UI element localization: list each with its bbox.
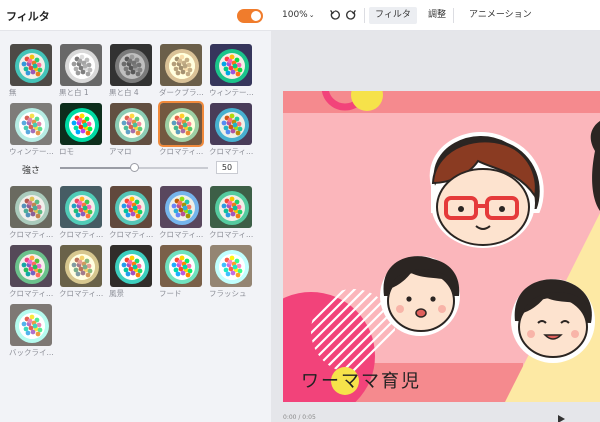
filter-panel: フィルタ 無 黒と白 1 黒と白 4 ダークブラ... ウィンテー... ウィンテー...…	[0, 0, 271, 422]
filter-preview-image	[210, 245, 252, 287]
filter-preview-image	[160, 245, 202, 287]
filter-preview-image	[110, 103, 152, 145]
mom-illustration	[429, 131, 544, 248]
filter-thumbnail[interactable]	[210, 103, 252, 145]
filter-preview-image	[210, 186, 252, 228]
filter-label: バックライ...	[9, 348, 54, 357]
filter-thumbnail[interactable]	[158, 101, 204, 147]
filter-label: 黒と白 4	[109, 88, 139, 97]
panel-title: フィルタ	[6, 10, 50, 23]
filter-preview-image	[60, 44, 102, 86]
filter-preview-image	[210, 103, 252, 145]
filter-label: 無	[9, 88, 17, 97]
filter-preview-image	[60, 186, 102, 228]
toolbar-tab[interactable]: 調整	[422, 7, 452, 24]
filter-label: フラッシュ	[209, 289, 247, 298]
filter-thumbnail[interactable]	[210, 245, 252, 287]
filter-preview-image	[10, 186, 52, 228]
filter-thumbnail[interactable]	[10, 186, 52, 228]
filter-label: クロマティ...	[9, 289, 54, 298]
filter-label: クロマティ...	[59, 289, 104, 298]
filter-label: 風景	[109, 289, 124, 298]
slide-title-text[interactable]: ワーママ育児	[301, 367, 421, 393]
filter-label: クロマティ...	[159, 147, 204, 156]
filter-thumbnail[interactable]	[210, 44, 252, 86]
toolbar-tab[interactable]: アニメーション	[463, 7, 538, 24]
filter-thumbnail[interactable]	[60, 245, 102, 287]
filter-preview-image	[60, 103, 102, 145]
filter-label: アマロ	[109, 147, 132, 156]
top-toolbar: 100%⌄ フィルタ 調整 アニメーション	[271, 0, 600, 31]
filter-label: ダークブラ...	[159, 88, 204, 97]
filter-label: ウィンテー...	[9, 147, 54, 156]
filter-label: クロマティ...	[159, 230, 204, 239]
filter-panel-header: フィルタ	[0, 0, 271, 31]
play-icon[interactable]	[557, 415, 565, 422]
filter-label: クロマティ...	[109, 230, 154, 239]
filter-preview-image	[160, 103, 202, 145]
slide-preview[interactable]: ワーママ育児	[283, 91, 600, 402]
undo-icon[interactable]	[329, 9, 341, 21]
filter-thumbnail[interactable]	[160, 44, 202, 86]
partial-face-illustration	[590, 121, 600, 211]
child-illustration-left	[380, 256, 460, 336]
filter-thumbnail[interactable]	[10, 44, 52, 86]
filter-label: ロモ	[59, 147, 74, 156]
timecode: 0:00 / 0:05	[283, 414, 316, 421]
filter-label: クロマティ...	[59, 230, 104, 239]
filter-thumbnail[interactable]	[60, 186, 102, 228]
strength-label: 強さ	[22, 166, 41, 176]
canvas-area: ワーママ育児 0:00 / 0:05	[271, 31, 600, 422]
filter-editor: フィルタ 無 黒と白 1 黒と白 4 ダークブラ... ウィンテー... ウィンテー...…	[0, 0, 600, 422]
filter-preview-image	[10, 44, 52, 86]
filter-preview-image	[210, 44, 252, 86]
filter-thumbnail[interactable]	[60, 44, 102, 86]
strength-value-input[interactable]: 50	[216, 161, 238, 174]
filter-thumbnail[interactable]	[110, 44, 152, 86]
slide-artwork	[283, 91, 600, 402]
toolbar-divider	[453, 8, 454, 23]
filter-preview-image	[10, 245, 52, 287]
zoom-dropdown[interactable]: 100%⌄	[282, 10, 315, 20]
filter-label: フード	[159, 289, 182, 298]
redo-icon[interactable]	[345, 9, 357, 21]
strength-slider-fill	[60, 167, 134, 169]
strength-slider-handle[interactable]	[129, 163, 139, 172]
filter-label: クロマティ...	[209, 230, 254, 239]
filter-thumbnail[interactable]	[110, 103, 152, 145]
filter-toggle[interactable]	[237, 9, 263, 23]
zoom-value: 100%	[282, 10, 308, 20]
filter-preview-image	[160, 186, 202, 228]
filter-preview-image	[110, 245, 152, 287]
filter-label: クロマティ...	[209, 147, 254, 156]
filter-thumbnail[interactable]	[10, 304, 52, 346]
filter-thumbnail[interactable]	[210, 186, 252, 228]
filter-thumbnail[interactable]	[10, 103, 52, 145]
filter-thumbnail[interactable]	[10, 245, 52, 287]
filter-label: ウィンテー...	[209, 88, 254, 97]
toolbar-divider	[364, 8, 365, 23]
filter-label: 黒と白 1	[59, 88, 89, 97]
filter-thumbnail[interactable]	[160, 186, 202, 228]
child-illustration-right	[511, 279, 595, 363]
filter-preview-image	[10, 304, 52, 346]
filter-preview-image	[110, 44, 152, 86]
filter-preview-image	[60, 245, 102, 287]
filter-thumbnail[interactable]	[160, 245, 202, 287]
filter-thumbnail[interactable]	[110, 245, 152, 287]
filter-preview-image	[160, 44, 202, 86]
filter-label: クロマティ...	[9, 230, 54, 239]
filter-thumbnail[interactable]	[60, 103, 102, 145]
filter-preview-image	[10, 103, 52, 145]
toolbar-tab[interactable]: フィルタ	[369, 7, 417, 24]
filter-preview-image	[110, 186, 152, 228]
filter-thumbnail[interactable]	[110, 186, 152, 228]
chevron-down-icon: ⌄	[308, 11, 315, 19]
toggle-knob	[251, 11, 261, 21]
